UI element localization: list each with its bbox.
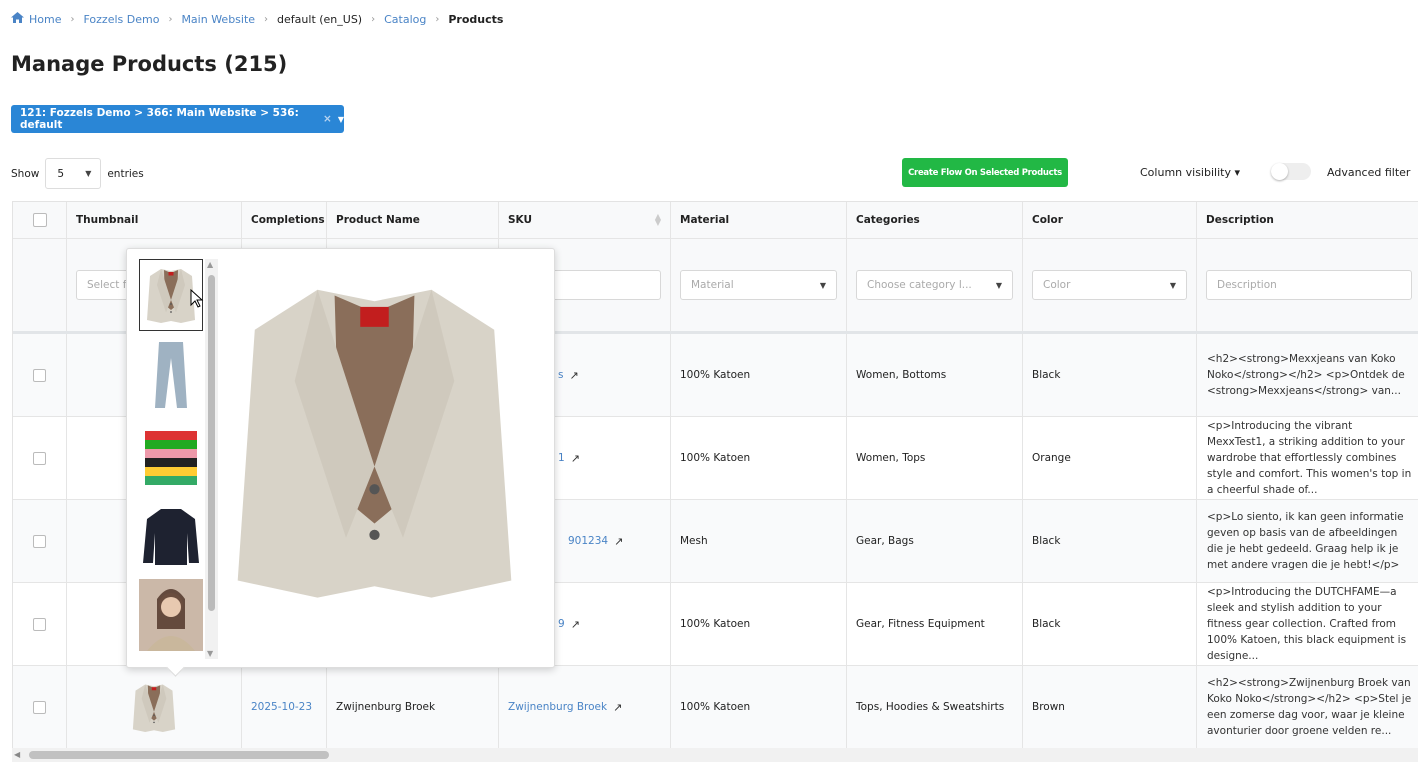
col-sku[interactable]: SKU ▲ ▼	[499, 202, 671, 238]
material: 100% Katoen	[671, 417, 847, 499]
advanced-filter-label: Advanced filter	[1327, 166, 1411, 179]
col-completions[interactable]: Completions	[242, 202, 327, 238]
mouse-cursor-icon	[190, 289, 204, 308]
col-material[interactable]: Material	[671, 202, 847, 238]
sku-link[interactable]: 1	[558, 452, 565, 464]
description-filter[interactable]: Description	[1206, 270, 1412, 300]
external-link-icon[interactable]: ↗	[614, 535, 623, 548]
column-visibility-button[interactable]: Column visibility ▾	[1140, 166, 1240, 179]
color: Brown	[1023, 666, 1197, 748]
clear-icon[interactable]: ×	[323, 113, 332, 125]
caret-down-icon: ▼	[995, 280, 1002, 290]
store-selector-label: 121: Fozzels Demo > 366: Main Website > …	[20, 107, 299, 131]
color: Black	[1023, 583, 1197, 665]
color-filter[interactable]: Color ▼	[1032, 270, 1187, 300]
home-icon[interactable]	[11, 12, 24, 26]
gallery-main-image	[232, 267, 517, 612]
external-link-icon[interactable]: ↗	[571, 452, 580, 465]
entries-label: entries	[107, 167, 144, 180]
breadcrumb-main-website[interactable]: Main Website	[181, 13, 255, 26]
categories: Women, Tops	[847, 417, 1023, 499]
breadcrumb-fozzels-demo[interactable]: Fozzels Demo	[83, 13, 159, 26]
chevron-right-icon: ›	[264, 13, 269, 25]
entries-length: Show 5 ▼ entries	[11, 158, 144, 189]
description: <h2><strong>Zwijnenburg Broek van Koko N…	[1197, 666, 1418, 748]
sku-link[interactable]: 901234	[568, 535, 608, 547]
categories: Gear, Fitness Equipment	[847, 583, 1023, 665]
gallery-scrollbar[interactable]: ▲ ▼	[205, 259, 218, 659]
material-filter[interactable]: Material ▼	[680, 270, 837, 300]
col-thumbnail[interactable]: Thumbnail	[67, 202, 242, 238]
description: <p>Introducing the vibrant MexxTest1, a …	[1197, 417, 1418, 499]
thumbnail-gallery-popup: ▲ ▼	[126, 248, 555, 668]
page-title: Manage Products (215)	[11, 52, 288, 76]
table-row: 2025-10-23 Zwijnenburg Broek Zwijnenburg…	[13, 666, 1418, 748]
color: Orange	[1023, 417, 1197, 499]
breadcrumb-home[interactable]: Home	[29, 13, 61, 26]
row-checkbox[interactable]	[33, 617, 46, 631]
breadcrumb-catalog[interactable]: Catalog	[384, 13, 426, 26]
categories: Women, Bottoms	[847, 334, 1023, 416]
color: Black	[1023, 334, 1197, 416]
row-checkbox[interactable]	[33, 534, 46, 548]
external-link-icon[interactable]: ↗	[569, 369, 578, 382]
horizontal-scrollbar[interactable]: ◀	[12, 748, 1418, 762]
categories: Gear, Bags	[847, 500, 1023, 582]
caret-down-icon[interactable]: ▼	[338, 115, 344, 124]
breadcrumb-products: Products	[448, 12, 504, 26]
caret-down-icon: ▼	[1169, 280, 1176, 290]
store-selector[interactable]: 121: Fozzels Demo > 366: Main Website > …	[11, 105, 344, 133]
create-flow-button[interactable]: Create Flow On Selected Products	[902, 158, 1068, 187]
col-categories[interactable]: Categories	[847, 202, 1023, 238]
chevron-right-icon: ›	[371, 13, 376, 25]
gallery-thumb-black-sweater[interactable]	[139, 499, 203, 571]
advanced-filter-toggle[interactable]	[1271, 163, 1311, 180]
sku-link[interactable]: Zwijnenburg Broek	[508, 701, 607, 713]
table-header: Thumbnail Completions Product Name SKU ▲ ▼…	[13, 202, 1418, 239]
categories-filter[interactable]: Choose category l... ▼	[856, 270, 1013, 300]
gallery-thumb-striped-sweater[interactable]	[139, 419, 203, 491]
description: <p>Lo siento, ik kan geen informatie gev…	[1197, 500, 1418, 582]
material: Mesh	[671, 500, 847, 582]
external-link-icon[interactable]: ↗	[571, 618, 580, 631]
gallery-thumb-woman-portrait[interactable]	[139, 579, 203, 651]
select-all-checkbox[interactable]	[32, 213, 47, 227]
material: 100% Katoen	[671, 334, 847, 416]
caret-down-icon: ▼	[85, 169, 92, 178]
col-color[interactable]: Color	[1023, 202, 1197, 238]
col-product-name[interactable]: Product Name	[327, 202, 499, 238]
gallery-thumb-grey-trousers[interactable]	[139, 339, 203, 411]
show-label: Show	[11, 167, 40, 180]
col-description[interactable]: Description	[1197, 202, 1418, 238]
col-sku-label: SKU	[508, 214, 533, 226]
caret-down-icon: ▼	[819, 280, 826, 290]
chevron-right-icon: ›	[70, 13, 75, 25]
description: <h2><strong>Mexxjeans van Koko Noko</str…	[1197, 334, 1418, 416]
chevron-right-icon: ›	[435, 13, 440, 25]
sku-link[interactable]: 9	[558, 618, 565, 630]
chevron-right-icon: ›	[168, 13, 173, 25]
entries-select[interactable]: 5 ▼	[45, 158, 102, 189]
description: <p>Introducing the DUTCHFAME—a sleek and…	[1197, 583, 1418, 665]
sort-icon[interactable]: ▲ ▼	[655, 213, 661, 227]
color: Black	[1023, 500, 1197, 582]
gallery-thumbnails	[139, 259, 205, 659]
external-link-icon[interactable]: ↗	[613, 701, 622, 714]
material: 100% Katoen	[671, 666, 847, 748]
breadcrumb-default: default (en_US)	[277, 12, 363, 26]
row-checkbox[interactable]	[33, 700, 46, 714]
categories: Tops, Hoodies & Sweatshirts	[847, 666, 1023, 748]
sku-link[interactable]: s	[558, 369, 563, 381]
breadcrumb: Home › Fozzels Demo › Main Website › defaul…	[11, 12, 503, 26]
product-name: Zwijnenburg Broek	[327, 666, 499, 748]
material: 100% Katoen	[671, 583, 847, 665]
thumbnail-cell[interactable]	[67, 666, 242, 748]
blazer-image	[237, 289, 512, 598]
row-checkbox[interactable]	[33, 368, 46, 382]
entries-value: 5	[57, 167, 65, 180]
row-checkbox[interactable]	[33, 451, 46, 465]
completions-link[interactable]: 2025-10-23	[251, 701, 312, 713]
